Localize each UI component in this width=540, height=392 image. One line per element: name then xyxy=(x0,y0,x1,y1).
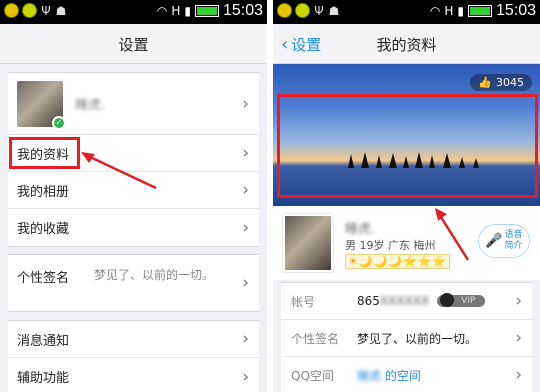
network-type-icon: H xyxy=(171,4,181,18)
page-title: 我的资料 xyxy=(376,36,437,54)
navigation-bar: ‹ 设置 我的资料 xyxy=(273,24,540,64)
menu-item-notifications[interactable]: 消息通知 › xyxy=(8,321,259,358)
status-bar: Ψ ☗ ◠ H ▮ 15:03 xyxy=(273,0,540,24)
online-check-icon: ✓ xyxy=(52,115,66,130)
qzone-owner: 睡虎. xyxy=(357,368,385,383)
profile-card: 睡虎. 男 19岁 广东 梅州 ☀🌙🌙🌙⭐⭐⭐ 🎤 语音 简介 xyxy=(273,206,540,280)
usb-icon: Ψ xyxy=(314,3,324,18)
signature-row[interactable]: 个性签名 梦见了、以前的一切。 › xyxy=(8,255,259,311)
like-button[interactable]: 👍 3045 xyxy=(470,74,532,91)
chevron-right-icon: › xyxy=(242,329,249,349)
signature-value: 梦见了、以前的一切。 xyxy=(94,268,215,282)
battery-icon xyxy=(467,5,492,17)
chevron-right-icon: › xyxy=(242,273,249,293)
navigation-bar: 设置 xyxy=(0,24,267,64)
usb-icon: Ψ xyxy=(41,3,51,18)
thumbs-up-icon: 👍 xyxy=(478,76,492,89)
page-title: 设置 xyxy=(118,36,149,54)
menu-item-label: 我的相册 xyxy=(17,184,70,200)
signal-icon: ▮ xyxy=(457,4,464,18)
signature-group: 个性签名 梦见了、以前的一切。 › xyxy=(8,254,259,312)
app-notification-icon xyxy=(22,3,37,18)
notification-icons: Ψ ☗ xyxy=(277,3,340,18)
status-bar: Ψ ☗ ◠ H ▮ 15:03 xyxy=(0,0,267,24)
profile-info: 男 19岁 广东 梅州 xyxy=(345,239,436,252)
field-label: QQ空间 xyxy=(291,368,334,383)
chevron-right-icon: › xyxy=(242,217,249,238)
chevron-right-icon: › xyxy=(515,328,522,348)
voice-intro-label: 简介 xyxy=(504,241,523,251)
clock: 15:03 xyxy=(222,2,263,19)
my-profile-screen: Ψ ☗ ◠ H ▮ 15:03 ‹ 设置 我的资料 👍 3045 睡虎. 男 1… xyxy=(273,0,540,392)
app-notification-icon xyxy=(277,3,292,18)
menu-item-my-favorites[interactable]: 我的收藏 › xyxy=(8,209,259,246)
profile-fields: 帐号 865 XXXXXX VIP › 个性签名 梦见了、以前的一切。 › QQ… xyxy=(281,282,532,392)
signal-icon: ▮ xyxy=(184,4,191,18)
voice-intro-label: 语音 xyxy=(504,230,523,240)
menu-item-label: 我的收藏 xyxy=(17,222,70,237)
settings-screen: Ψ ☗ ◠ H ▮ 15:03 设置 ✓ 睡虎. › 我的资料 › 我的相册 › xyxy=(0,0,267,392)
app-notification-icon xyxy=(295,3,310,18)
debug-icon: ☗ xyxy=(328,3,340,18)
like-count: 3045 xyxy=(496,76,524,89)
account-number: 865 xyxy=(357,294,380,308)
chevron-right-icon: › xyxy=(242,366,249,387)
clock: 15:03 xyxy=(495,2,536,19)
signature-label: 个性签名 xyxy=(17,271,70,286)
field-label: 个性签名 xyxy=(291,331,340,346)
highlight-box xyxy=(277,94,538,198)
avatar[interactable] xyxy=(283,214,333,272)
annotation-arrow xyxy=(435,208,470,261)
profile-name: 睡虎. xyxy=(345,222,376,237)
vip-badge: VIP xyxy=(437,293,486,307)
network-type-icon: H xyxy=(444,4,454,18)
app-notification-icon xyxy=(4,3,19,18)
avatar: ✓ xyxy=(17,80,66,130)
annotation-arrow xyxy=(81,152,157,190)
signature-row[interactable]: 个性签名 梦见了、以前的一切。 › xyxy=(281,320,532,357)
chevron-right-icon: › xyxy=(242,143,249,163)
microphone-icon: 🎤 xyxy=(485,233,503,249)
account-number-hidden: XXXXXX xyxy=(379,294,430,308)
wifi-icon: ◠ xyxy=(156,4,168,18)
settings-group: 消息通知 › 辅助功能 › xyxy=(8,320,259,392)
profile-name: 睡虎. xyxy=(75,98,106,113)
notification-icons: Ψ ☗ xyxy=(4,3,67,18)
profile-row[interactable]: ✓ 睡虎. › xyxy=(8,73,259,135)
qzone-value: 的空间 xyxy=(384,368,421,383)
menu-item-label: 消息通知 xyxy=(17,333,70,349)
voice-intro-button[interactable]: 🎤 语音 简介 xyxy=(478,224,530,258)
wifi-icon: ◠ xyxy=(429,4,441,18)
battery-icon xyxy=(194,5,219,17)
chevron-right-icon: › xyxy=(515,365,522,385)
highlight-box xyxy=(9,137,80,169)
menu-item-label: 辅助功能 xyxy=(17,371,70,386)
chevron-right-icon: › xyxy=(515,291,522,311)
qzone-row[interactable]: QQ空间 睡虎. 的空间 › xyxy=(281,357,532,392)
chevron-right-icon: › xyxy=(242,180,249,200)
signature-value: 梦见了、以前的一切。 xyxy=(357,331,478,346)
debug-icon: ☗ xyxy=(55,3,67,18)
account-row[interactable]: 帐号 865 XXXXXX VIP › xyxy=(281,283,532,320)
chevron-right-icon: › xyxy=(242,93,249,114)
field-label: 帐号 xyxy=(291,294,316,309)
menu-item-accessibility[interactable]: 辅助功能 › xyxy=(8,358,259,392)
